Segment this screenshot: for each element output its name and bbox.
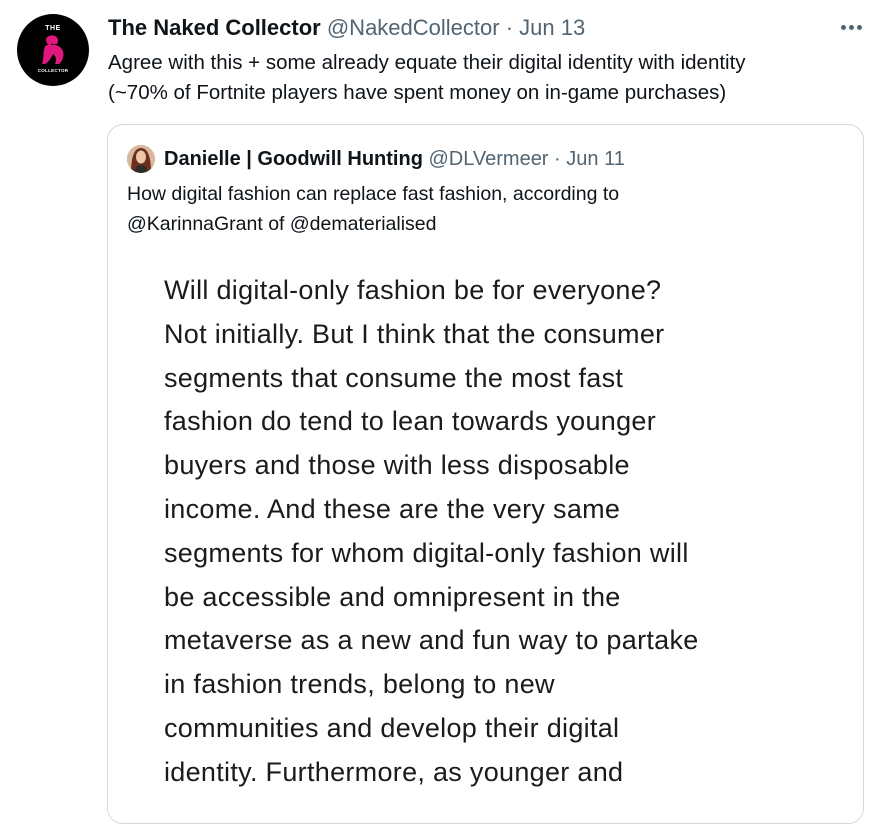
more-options-button[interactable] bbox=[836, 16, 866, 38]
more-dot-icon bbox=[840, 24, 846, 30]
quoted-text-line: How digital fashion can replace fast fas… bbox=[127, 183, 620, 205]
image-text-line: identity. Furthermore, as younger and bbox=[164, 756, 624, 787]
image-text-line: income. And these are the very same bbox=[164, 493, 621, 524]
quoted-image[interactable]: Will digital-only fashion be for everyon… bbox=[108, 245, 863, 823]
author-handle[interactable]: @NakedCollector bbox=[327, 15, 500, 40]
tweet[interactable]: THE COLLECTOR The Naked Collector @Naked… bbox=[0, 0, 896, 824]
more-dot-icon bbox=[856, 24, 862, 30]
tweet-date[interactable]: Jun 13 bbox=[519, 15, 585, 40]
image-text-line: fashion do tend to lean towards younger bbox=[164, 406, 657, 437]
quoted-author-handle[interactable]: @DLVermeer bbox=[429, 148, 549, 170]
quoted-date[interactable]: Jun 11 bbox=[566, 148, 625, 170]
image-text-line: in fashion trends, belong to new bbox=[164, 669, 555, 700]
separator-dot: · bbox=[505, 15, 514, 40]
portrait-icon bbox=[127, 145, 155, 173]
image-text-line: segments that consume the most fast bbox=[164, 362, 624, 393]
quoted-tweet[interactable]: Danielle | Goodwill Hunting @DLVermeer ·… bbox=[107, 124, 864, 824]
tweet-text: Agree with this + some already equate th… bbox=[108, 48, 868, 108]
image-text-line: buyers and those with less disposable bbox=[164, 450, 630, 481]
quoted-author-name[interactable]: Danielle | Goodwill Hunting bbox=[164, 148, 423, 170]
more-dot-icon bbox=[848, 24, 854, 30]
separator-dot: · bbox=[554, 148, 561, 170]
quoted-text: How digital fashion can replace fast fas… bbox=[127, 179, 827, 239]
author-avatar[interactable]: THE COLLECTOR bbox=[17, 14, 89, 86]
image-quote-text: Will digital-only fashion be for everyon… bbox=[164, 269, 844, 795]
image-text-line: Will digital-only fashion be for everyon… bbox=[164, 275, 662, 305]
avatar-figure-icon bbox=[42, 35, 64, 64]
tweet-text-line: (~70% of Fortnite players have spent mon… bbox=[108, 81, 727, 104]
image-text-line: communities and develop their digital bbox=[164, 712, 620, 743]
image-text-line: be accessible and omnipresent in the bbox=[164, 581, 621, 612]
tweet-header: The Naked Collector @NakedCollector · Ju… bbox=[108, 15, 585, 41]
image-text-line: segments for whom digital-only fashion w… bbox=[164, 537, 689, 568]
avatar-logo-bottom: COLLECTOR bbox=[37, 68, 69, 73]
quoted-author-avatar[interactable] bbox=[127, 145, 155, 173]
author-name[interactable]: The Naked Collector bbox=[108, 15, 321, 40]
quoted-text-line: @KarinnaGrant of @dematerialised bbox=[127, 213, 437, 235]
tweet-text-line: Agree with this + some already equate th… bbox=[108, 51, 746, 74]
quoted-header: Danielle | Goodwill Hunting @DLVermeer ·… bbox=[164, 145, 625, 173]
image-text-line: metaverse as a new and fun way to partak… bbox=[164, 625, 699, 656]
image-text-line: Not initially. But I think that the cons… bbox=[164, 318, 665, 349]
avatar-logo-top: THE bbox=[45, 25, 61, 32]
